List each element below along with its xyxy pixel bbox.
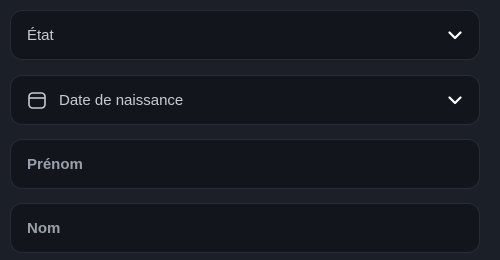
last-name-field[interactable]: Nom [10, 203, 480, 253]
last-name-placeholder: Nom [27, 219, 61, 237]
birthdate-select-label: Date de naissance [59, 91, 184, 109]
birthdate-select[interactable]: Date de naissance [10, 75, 480, 125]
state-select[interactable]: État [10, 10, 480, 60]
chevron-down-icon [447, 92, 463, 108]
calendar-icon [27, 90, 47, 110]
first-name-placeholder: Prénom [27, 155, 83, 173]
profile-form: État Date de naissance Prénom Nom [0, 0, 500, 260]
first-name-field[interactable]: Prénom [10, 139, 480, 189]
chevron-down-icon [447, 27, 463, 43]
state-select-label: État [27, 26, 54, 44]
